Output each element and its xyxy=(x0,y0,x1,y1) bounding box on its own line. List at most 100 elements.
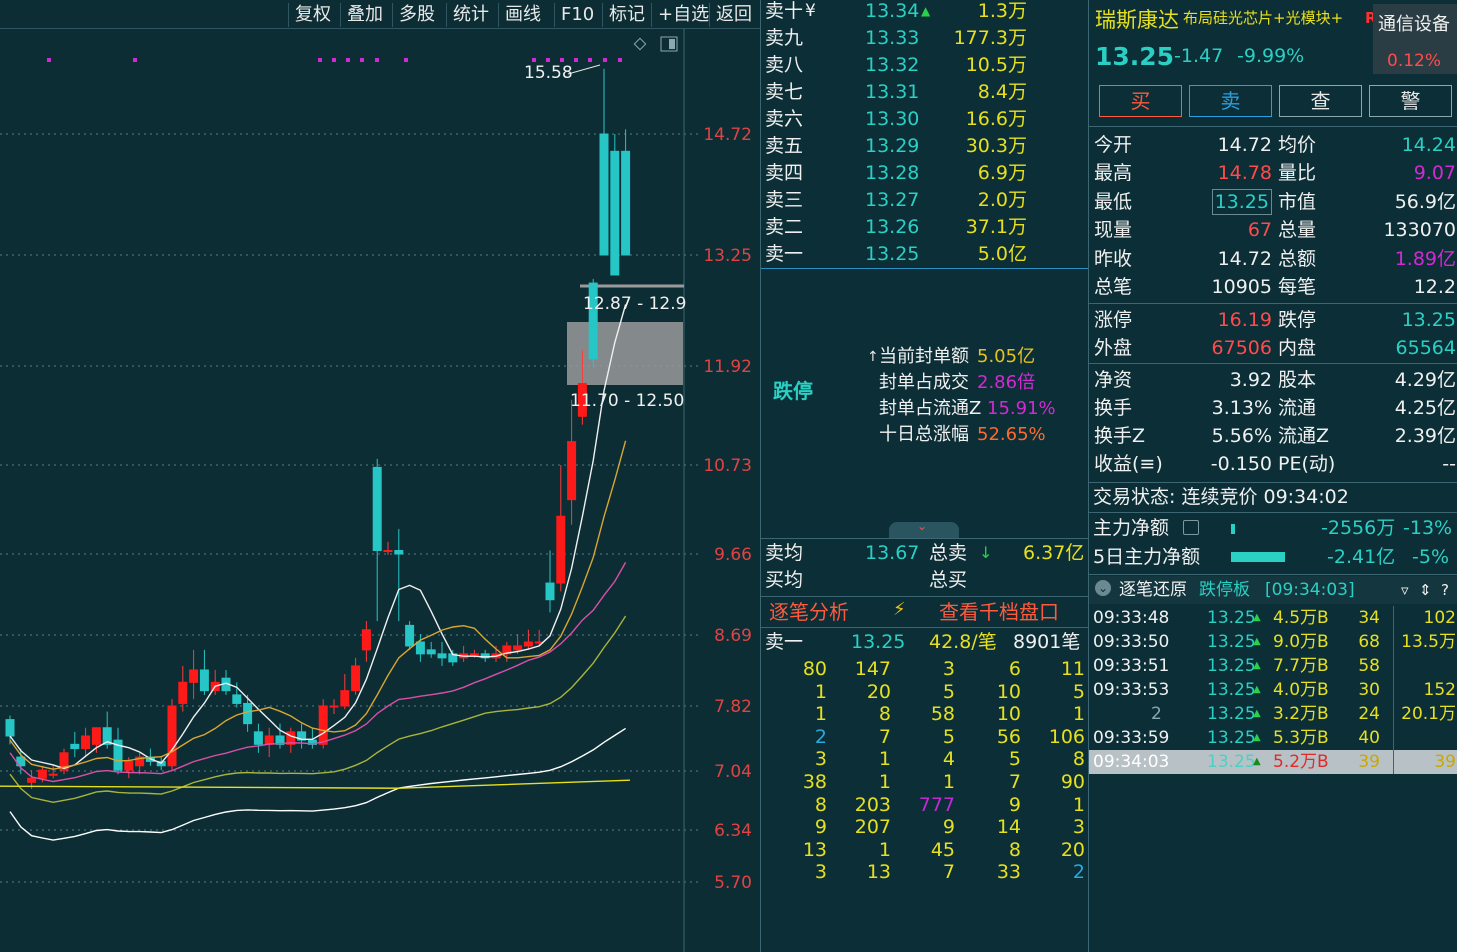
candle-body xyxy=(81,735,91,750)
tick-row[interactable]: 09:33:48 13.25 ▲ 4.5万B 34 102 xyxy=(1089,606,1457,630)
ask-row[interactable]: 卖十 ¥13.34 ▲ 1.3万 xyxy=(765,0,1085,25)
queue-cell: 106 xyxy=(1048,725,1085,748)
seal-label: 当前封单额 xyxy=(879,346,969,367)
ask-level-label: 卖八 xyxy=(765,54,804,76)
stat-value: 67506 xyxy=(1211,337,1272,359)
kline-panel[interactable]: 复权 叠加 多股 统计 画线 F10 标记 +自选 返回 14.72 13.25 11.92 10.7… xyxy=(0,0,760,952)
candle-body xyxy=(415,641,425,655)
lightning-icon[interactable]: ⚡ xyxy=(893,599,906,621)
toolbar-button-5[interactable]: F10 xyxy=(554,3,600,27)
calculator-icon[interactable] xyxy=(1183,520,1199,535)
candle-body xyxy=(361,629,371,651)
y-tick-label: 6.34 xyxy=(714,821,752,841)
toolbar-button-2[interactable]: 多股 xyxy=(392,3,441,27)
ask-row[interactable]: 卖六 13.30 16.6万 xyxy=(765,106,1085,133)
main-flow5-pct: -5% xyxy=(1412,546,1449,568)
ticks-board: 跌停板 xyxy=(1199,580,1250,600)
queue-row: 9 207 9 14 3 xyxy=(761,816,1089,839)
tick-row[interactable]: 09:33:59 13.25 ▲ 5.3万B 40 xyxy=(1089,726,1457,750)
ask-row[interactable]: 卖九 13.33 177.3万 xyxy=(765,25,1085,52)
tick-row[interactable]: 09:33:53 13.25 ▲ 4.0万B 30 152 xyxy=(1089,678,1457,702)
queue-cell: 1 xyxy=(814,703,827,726)
ask-row[interactable]: 卖七 13.31 8.4万 xyxy=(765,79,1085,106)
ask-row[interactable]: 卖一 13.25 5.0亿 xyxy=(765,241,1085,268)
ask-volume: 177.3万 xyxy=(953,27,1027,49)
stat-label: 总笔 xyxy=(1094,276,1133,298)
tick-row[interactable]: 09:33:51 13.25 ▲ 7.7万B 58 xyxy=(1089,654,1457,678)
stat-value: -- xyxy=(1442,453,1456,475)
queue-cell: 6 xyxy=(1008,658,1021,680)
candle-body xyxy=(556,515,566,584)
toolbar-button-7[interactable]: +自选 xyxy=(651,3,715,27)
queue-cell: 80 xyxy=(802,658,827,680)
signal-marker xyxy=(588,58,592,62)
query-button[interactable]: 查 xyxy=(1279,85,1362,117)
tick-row[interactable]: 09:33:50 13.25 ▲ 9.0万B 68 13.5万 xyxy=(1089,630,1457,654)
stat-row: 换手 3.13% 流通 4.25亿 xyxy=(1094,394,1456,422)
stat-label: 市值 xyxy=(1278,191,1317,213)
toolbar-button-1[interactable]: 叠加 xyxy=(340,3,389,27)
toolbar-button-4[interactable]: 画线 xyxy=(498,3,547,27)
toolbar-button-6[interactable]: 标记 xyxy=(602,3,651,27)
candle-body xyxy=(545,582,555,601)
ask-row[interactable]: 卖二 13.26 37.1万 xyxy=(765,214,1085,241)
queue-cell: 7 xyxy=(942,861,955,884)
tick-row[interactable]: 09:34:03 13.25 ▲ 5.2万B 39 39 xyxy=(1089,750,1457,774)
ask-price: 13.33 xyxy=(865,27,920,49)
queue-row: 2 7 5 56 106 xyxy=(761,726,1089,749)
stat-label: 收益(≡) xyxy=(1094,453,1163,475)
kline-chart[interactable]: 14.72 13.25 11.92 10.73 9.66 8.69 7.82 7.04 6.34… xyxy=(0,29,760,952)
alert-button[interactable]: 警 xyxy=(1369,85,1452,117)
tick-side-volume: 152 xyxy=(1423,680,1456,700)
collapse-handle[interactable]: ⌄ xyxy=(889,519,959,538)
tick-row[interactable]: 2 13.25 ▲ 3.2万B 24 20.1万 xyxy=(1089,702,1457,726)
stat-value: 16.19 xyxy=(1217,309,1272,331)
chevron-down-icon[interactable]: ⌄ xyxy=(1095,580,1111,596)
depth-book-link[interactable]: 查看千档盘口 xyxy=(939,601,1059,623)
buy-button[interactable]: 买 xyxy=(1099,85,1182,117)
queue-cell: 20 xyxy=(1060,838,1085,861)
ma-line-ma20 xyxy=(9,562,627,783)
candle-body xyxy=(599,133,609,256)
industry-box[interactable]: 通信设备 0.12% xyxy=(1373,4,1457,74)
signal-marker xyxy=(404,58,408,62)
stat-row: 总笔 10905 每笔 12.2 xyxy=(1094,273,1456,301)
help-icon[interactable]: ? xyxy=(1441,579,1449,601)
ask-row[interactable]: 卖五 13.29 30.3万 xyxy=(765,133,1085,160)
filter-icon[interactable]: ▿ xyxy=(1401,579,1409,601)
stat-label: 流通Z xyxy=(1278,425,1330,447)
arrow-up-icon: ▲ xyxy=(1253,612,1261,623)
queue-row: 13 1 45 8 20 xyxy=(761,839,1089,862)
toolbar-button-8[interactable]: 返回 xyxy=(709,3,758,27)
tick-volume: 4.5万B xyxy=(1273,608,1329,628)
tick-side-volume: 39 xyxy=(1434,752,1456,772)
ask-level-label: 卖五 xyxy=(765,135,804,157)
candle-body xyxy=(199,669,209,692)
ask-row[interactable]: 卖四 13.28 6.9万 xyxy=(765,160,1085,187)
toolbar-button-3[interactable]: 统计 xyxy=(446,3,495,27)
candle-body xyxy=(513,645,523,651)
industry-name: 通信设备 xyxy=(1378,14,1450,35)
signal-marker xyxy=(133,58,137,62)
toolbar-button-0[interactable]: 复权 xyxy=(288,3,337,27)
queue-cell: 90 xyxy=(1060,771,1085,793)
ask-row[interactable]: 卖三 13.27 2.0万 xyxy=(765,187,1085,214)
queue-row: 38 1 1 7 90 xyxy=(761,771,1089,794)
stat-value: 4.25亿 xyxy=(1394,397,1456,419)
tick-price: 13.25 xyxy=(1207,680,1256,700)
sell-button[interactable]: 卖 xyxy=(1189,85,1272,117)
sort-icon[interactable]: ⇕ xyxy=(1419,579,1432,601)
tick-side-volume: 13.5万 xyxy=(1401,632,1456,652)
seal-label: 十日总涨幅 xyxy=(879,424,969,445)
ask-row[interactable]: 卖八 13.32 10.5万 xyxy=(765,52,1085,79)
ask-price: 13.32 xyxy=(865,54,920,76)
queue-cell: 4 xyxy=(942,748,955,771)
queue-cell: 8 xyxy=(878,703,891,726)
tick-count: 58 xyxy=(1358,656,1380,676)
industry-pct: 0.12% xyxy=(1387,51,1442,71)
limit-down-label: 跌停 xyxy=(773,379,813,403)
tick-analysis-link[interactable]: 逐笔分析 xyxy=(769,601,849,623)
concept-tag[interactable]: 布局硅光芯片+光模块+ xyxy=(1183,7,1343,29)
queue-cell: 3 xyxy=(1072,816,1085,839)
tick-count: 40 xyxy=(1358,728,1380,748)
